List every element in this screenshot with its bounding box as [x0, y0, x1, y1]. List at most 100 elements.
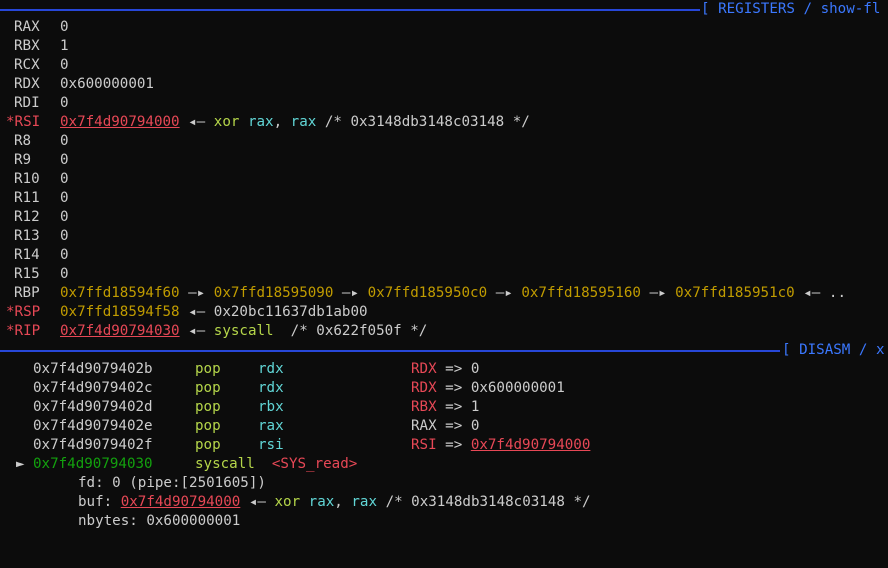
disasm-effect-register: RDX	[411, 380, 437, 396]
register-name: RBP	[14, 285, 40, 301]
register-name: RDX	[14, 76, 40, 92]
stack-pointer-value: 0x7ffd18594f60	[60, 285, 180, 301]
register-name: R14	[14, 247, 40, 263]
register-name: RAX	[14, 19, 40, 35]
register-row-rsi: *RSI 0x7f4d90794000 ◂— xor rax, rax /* 0x…	[6, 114, 530, 130]
register-row-rbp: RBP 0x7ffd18594f60 —▸ 0x7ffd18595090 —▸ 0…	[14, 284, 846, 303]
disasm-line-current: ► 0x7f4d90794030 syscall <SYS_read>	[16, 455, 357, 474]
register-value: 0x600000001	[60, 76, 154, 92]
disasm-effect-value: 0x600000001	[470, 380, 565, 396]
register-name: R12	[14, 209, 40, 225]
register-value: 0	[60, 152, 69, 168]
register-name: *RIP	[6, 323, 41, 339]
disasm-effect-arrow: =>	[445, 418, 463, 434]
syscall-arg-label: fd:	[78, 475, 104, 491]
disasm-header-title: [ DISASM / x	[782, 342, 885, 358]
register-value: 0	[60, 228, 69, 244]
syscall-arg-value: 0 (pipe:[2501605])	[112, 475, 266, 491]
disasm-mnemonic: pop	[195, 437, 221, 453]
disasm-effect-value: 0	[470, 418, 480, 434]
instruction-mnemonic: xor	[213, 114, 240, 130]
disasm-address: 0x7f4d9079402d	[33, 399, 153, 415]
instruction-operand: rax	[247, 114, 274, 130]
disasm-line: 0x7f4d9079402f pop rsi RSI => 0x7f4d9079400…	[33, 436, 590, 455]
disasm-effect-register: RSI	[411, 437, 437, 453]
disasm-effect-value: 0	[470, 361, 480, 377]
syscall-arg-nbytes: nbytes: 0x600000001	[78, 512, 240, 531]
deref-arrow: —▸	[341, 285, 360, 301]
stack-value: 0x20bc11637db1ab00	[213, 304, 368, 320]
disasm-operand: rdx	[258, 361, 284, 377]
instruction-comment: /* 0x622f050f */	[290, 323, 428, 339]
register-row: R14 0	[14, 246, 69, 265]
registers-header-title: [ REGISTERS / show-fl	[701, 1, 881, 17]
register-value: 1	[60, 38, 69, 54]
disasm-mnemonic: pop	[195, 361, 221, 377]
disasm-operand: rax	[258, 418, 284, 434]
current-instruction-marker-icon: ►	[16, 456, 25, 472]
register-value: 0	[60, 171, 69, 187]
disasm-line: 0x7f4d9079402c pop rdx RDX => 0x600000001	[33, 379, 565, 398]
register-row: RBX 1	[14, 37, 69, 56]
points-to-arrow: ◂—	[803, 285, 821, 301]
registers-header: [ REGISTERS / show-fl	[0, 0, 888, 19]
syscall-arg-label: nbytes:	[78, 513, 138, 529]
disasm-mnemonic: pop	[195, 399, 221, 415]
syscall-name: <SYS_read>	[271, 456, 358, 472]
disasm-mnemonic: pop	[195, 380, 221, 396]
register-name: R11	[14, 190, 40, 206]
register-row: R12 0	[14, 208, 69, 227]
registers-header-rule	[0, 9, 700, 11]
register-name: *RSP	[6, 304, 41, 320]
register-value: 0	[60, 209, 69, 225]
disasm-effect-value: 0x7f4d90794000	[470, 437, 591, 453]
syscall-arg-value: 0x7f4d90794000	[120, 494, 241, 510]
disasm-address: 0x7f4d9079402e	[33, 418, 153, 434]
disasm-effect-register: RBX	[411, 399, 437, 415]
disasm-mnemonic: syscall	[195, 456, 255, 472]
instruction-comment: /* 0x3148db3148c03148 */	[324, 114, 530, 130]
deref-arrow: —▸	[495, 285, 513, 301]
points-to-arrow: ◂—	[188, 114, 206, 130]
register-value: 0x7ffd18594f58	[60, 304, 180, 320]
syscall-arg-label: buf:	[78, 494, 113, 510]
points-to-arrow: ◂—	[188, 323, 206, 339]
register-row: R9 0	[14, 151, 69, 170]
disasm-address: 0x7f4d9079402c	[33, 380, 153, 396]
instruction-comment: /* 0x3148db3148c03148 */	[385, 494, 591, 510]
register-value: 0x7f4d90794000	[60, 114, 180, 130]
instruction-operand: rax	[351, 494, 378, 510]
register-row: RDX 0x600000001	[14, 75, 154, 94]
register-row: R11 0	[14, 189, 69, 208]
truncation-ellipsis: ..	[828, 285, 846, 301]
disasm-line: 0x7f4d9079402e pop rax RAX => 0	[33, 417, 479, 436]
disasm-operand: rbx	[258, 399, 284, 415]
disasm-effect-value: 1	[470, 399, 480, 415]
stack-pointer-value: 0x7ffd18595090	[213, 285, 334, 301]
disasm-effect-arrow: =>	[445, 361, 463, 377]
disasm-header: [ DISASM / x	[0, 341, 888, 360]
disasm-line: 0x7f4d9079402b pop rdx RDX => 0	[33, 360, 479, 379]
points-to-arrow: ◂—	[188, 304, 206, 320]
register-row-rip: *RIP 0x7f4d90794030 ◂— syscall /* 0x622f0…	[6, 322, 427, 341]
register-value: 0	[60, 190, 69, 206]
disasm-address: 0x7f4d9079402b	[33, 361, 153, 377]
register-row: RCX 0	[14, 56, 69, 75]
disasm-header-rule	[0, 350, 780, 352]
register-value: 0	[60, 19, 69, 35]
register-row-rsp: *RSP 0x7ffd18594f58 ◂— 0x20bc11637db1ab00	[6, 303, 368, 322]
register-name: R8	[14, 133, 32, 149]
register-row: R15 0	[14, 265, 69, 284]
disasm-mnemonic: pop	[195, 418, 221, 434]
disasm-effect-arrow: =>	[445, 437, 463, 453]
disasm-line: 0x7f4d9079402d pop rbx RBX => 1	[33, 398, 479, 417]
deref-arrow: —▸	[649, 285, 667, 301]
stack-pointer-value: 0x7ffd185951c0	[675, 285, 795, 301]
points-to-arrow: ◂—	[248, 494, 266, 510]
instruction-operand: rax	[290, 114, 317, 130]
register-value: 0	[60, 57, 69, 73]
instruction-mnemonic: syscall	[213, 323, 274, 339]
disasm-operand: rsi	[258, 437, 284, 453]
disasm-effect-arrow: =>	[445, 399, 463, 415]
register-row: R13 0	[14, 227, 69, 246]
